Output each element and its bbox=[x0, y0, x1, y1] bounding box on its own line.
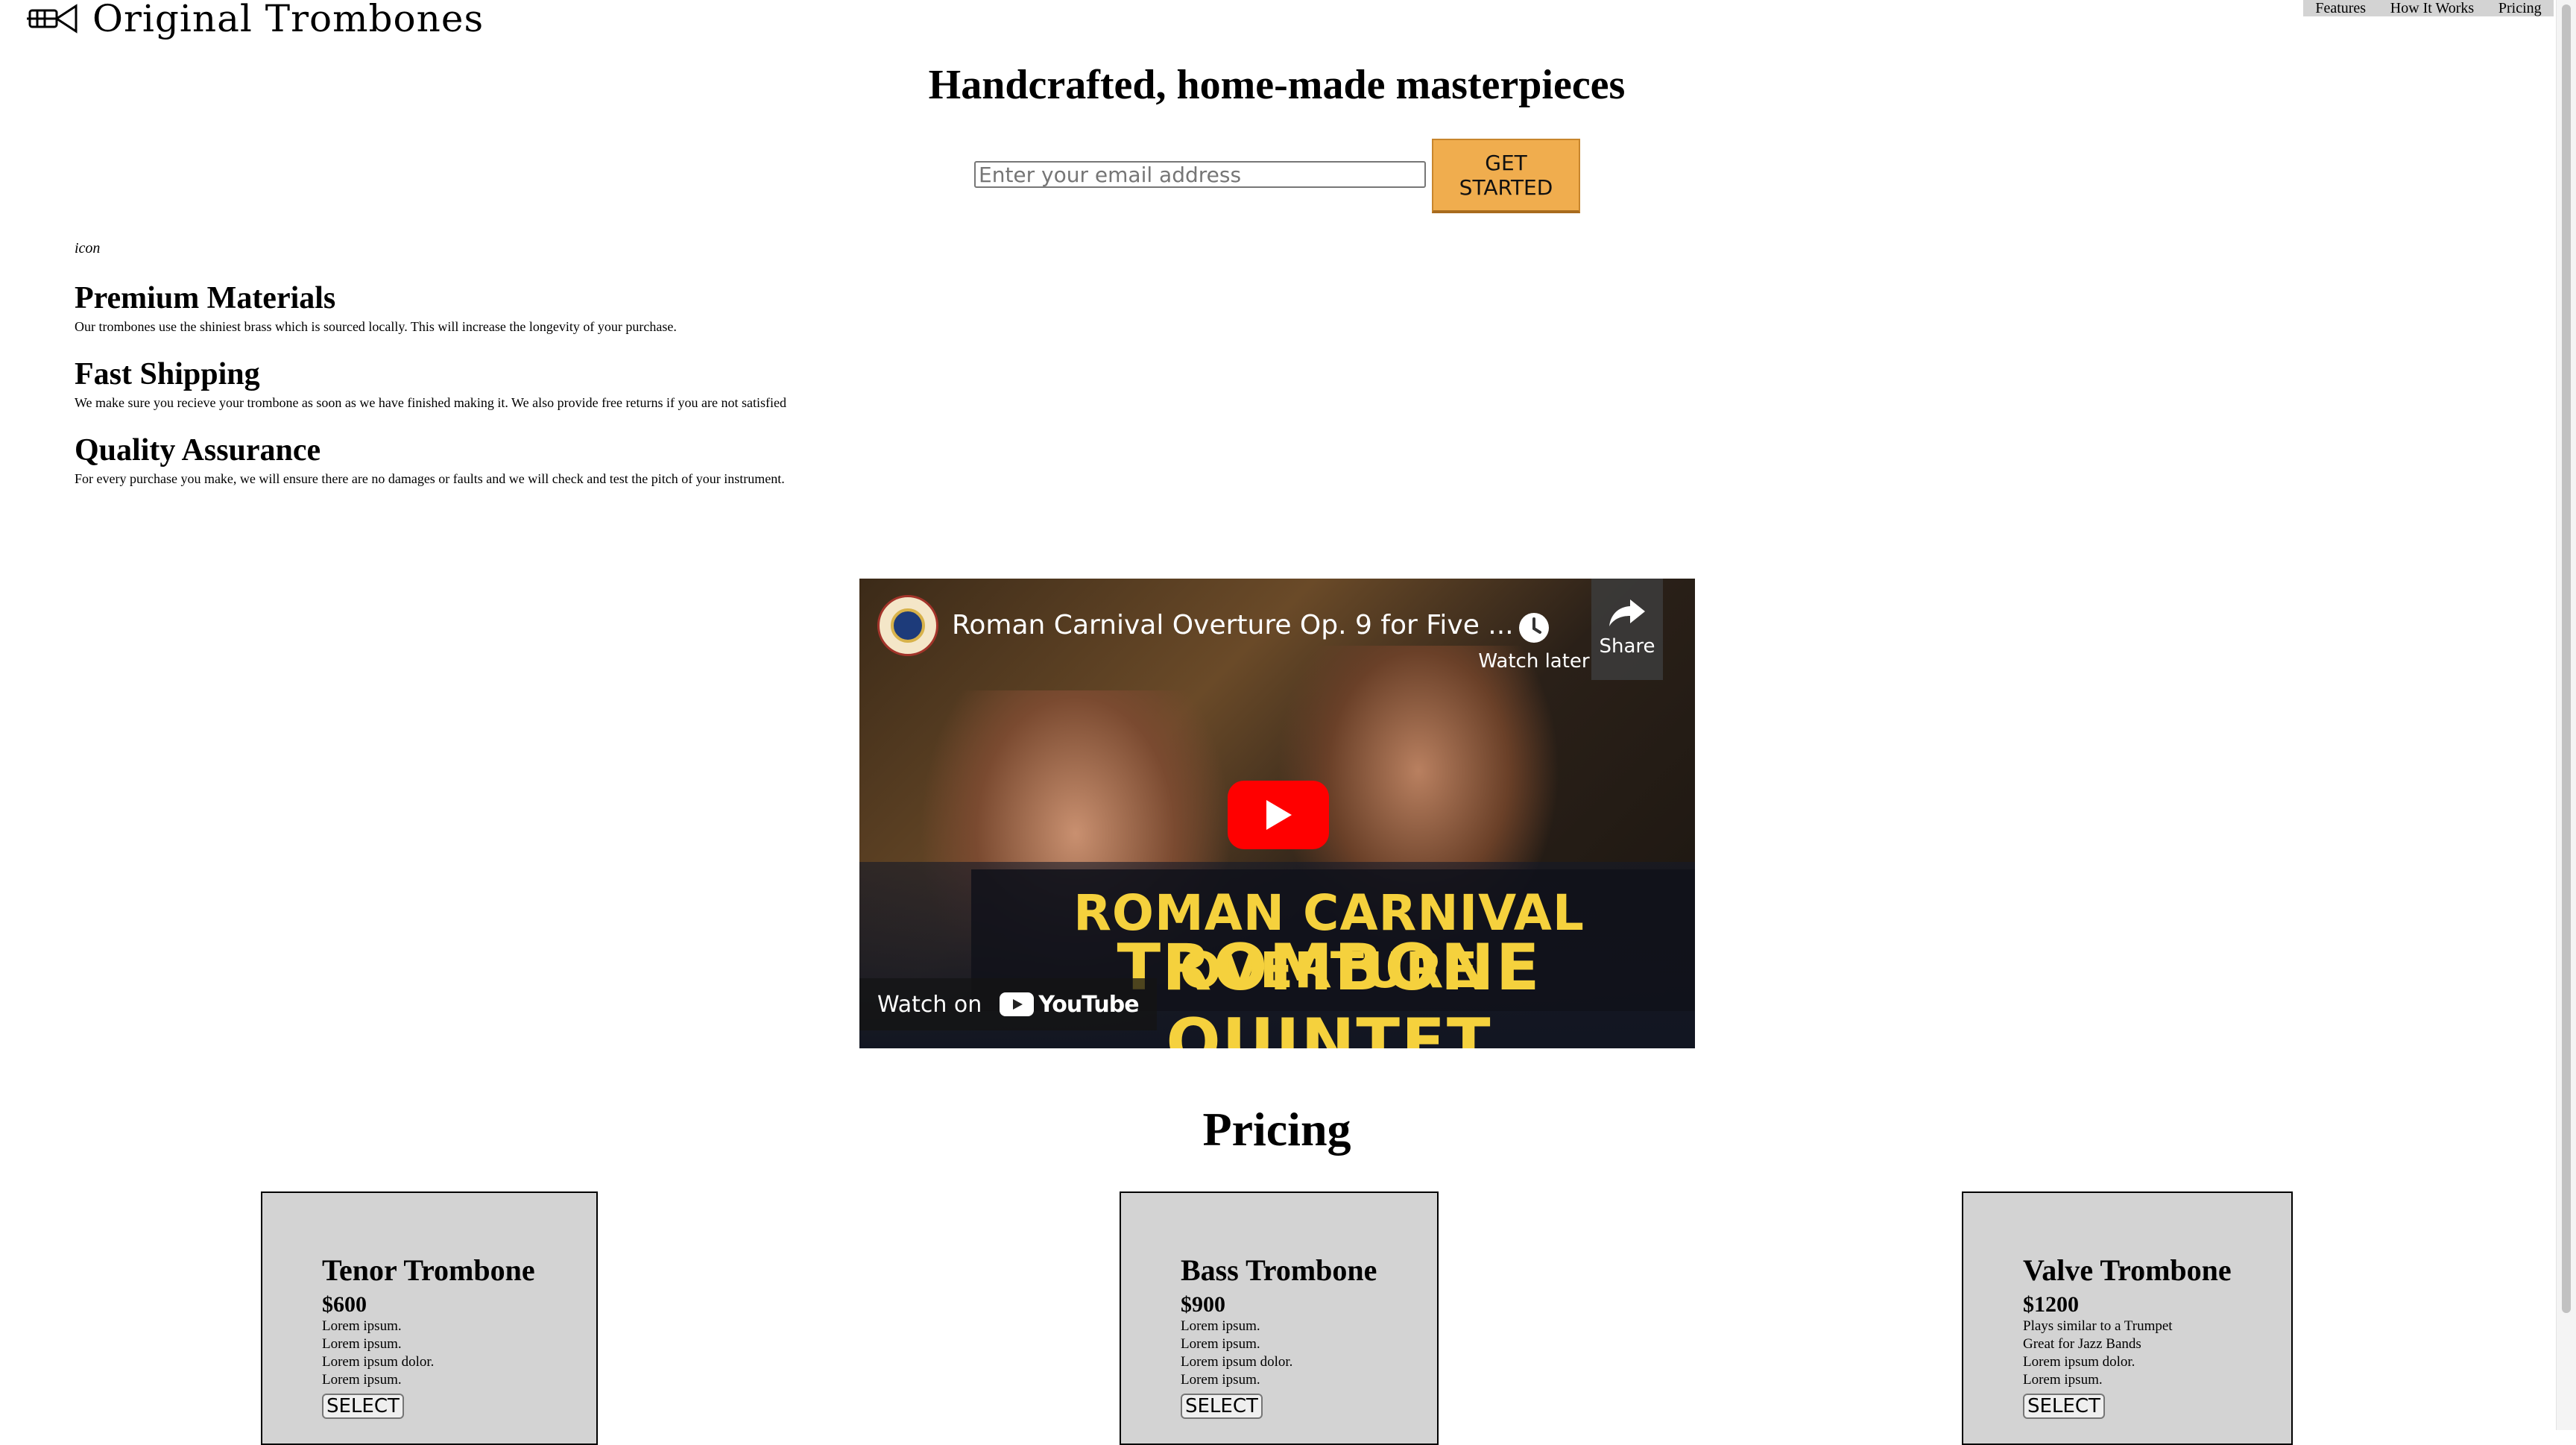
feature-title-premium-materials: Premium Materials bbox=[75, 281, 336, 315]
channel-emblem-icon bbox=[891, 608, 925, 643]
select-button-valve[interactable]: SELECT bbox=[2023, 1394, 2105, 1419]
clock-icon bbox=[1519, 613, 1549, 643]
plan-feature: Plays similar to a Trumpet bbox=[2023, 1318, 2173, 1334]
watch-on-label: Watch on bbox=[877, 991, 982, 1018]
get-started-button[interactable]: GET STARTED bbox=[1432, 139, 1580, 213]
share-label: Share bbox=[1599, 635, 1655, 658]
plan-price: $600 bbox=[322, 1292, 367, 1317]
hero-title: Handcrafted, home-made masterpieces bbox=[928, 62, 1626, 108]
feature-title-fast-shipping: Fast Shipping bbox=[75, 357, 260, 391]
plan-feature: Lorem ipsum. bbox=[1181, 1372, 1260, 1388]
plan-price: $900 bbox=[1181, 1292, 1225, 1317]
brand[interactable]: Original Trombones bbox=[27, 0, 484, 40]
select-button-bass[interactable]: SELECT bbox=[1181, 1394, 1263, 1419]
plan-feature: Lorem ipsum. bbox=[322, 1372, 402, 1388]
watch-on-youtube-link[interactable]: Watch on YouTube bbox=[859, 978, 1157, 1030]
feature-desc-quality-assurance: For every purchase you make, we will ens… bbox=[75, 471, 785, 486]
share-button[interactable]: Share bbox=[1591, 579, 1663, 680]
feature-desc-fast-shipping: We make sure you recieve your trombone a… bbox=[75, 395, 786, 410]
nav-link-features[interactable]: Features bbox=[2315, 0, 2366, 17]
share-arrow-icon bbox=[1609, 599, 1645, 626]
youtube-play-icon bbox=[1000, 992, 1035, 1016]
plan-price: $1200 bbox=[2023, 1292, 2079, 1317]
plan-feature: Lorem ipsum. bbox=[322, 1336, 402, 1352]
plan-feature: Lorem ipsum. bbox=[322, 1318, 402, 1334]
plan-feature: Lorem ipsum. bbox=[2023, 1372, 2103, 1388]
youtube-logo: YouTube bbox=[1000, 991, 1140, 1018]
pricing-card-tenor: Tenor Trombone $600 Lorem ipsum. Lorem i… bbox=[261, 1191, 598, 1445]
trombone-logo-icon bbox=[27, 4, 78, 34]
plan-feature: Lorem ipsum. bbox=[1181, 1318, 1260, 1334]
video-embed[interactable]: Roman Carnival Overture Op. 9 for Five .… bbox=[859, 579, 1695, 1048]
pricing-card-valve: Valve Trombone $1200 Plays similar to a … bbox=[1962, 1191, 2293, 1445]
scrollbar-thumb[interactable] bbox=[2562, 4, 2571, 1313]
plan-name: Bass Trombone bbox=[1181, 1253, 1377, 1287]
plan-feature: Lorem ipsum dolor. bbox=[1181, 1354, 1293, 1370]
plan-feature: Lorem ipsum dolor. bbox=[322, 1354, 435, 1370]
feature-icon-placeholder: icon bbox=[75, 240, 101, 256]
play-button[interactable] bbox=[1228, 781, 1329, 849]
email-input[interactable] bbox=[974, 161, 1426, 188]
plan-name: Tenor Trombone bbox=[322, 1253, 535, 1287]
plan-feature: Lorem ipsum dolor. bbox=[2023, 1354, 2135, 1370]
channel-avatar[interactable] bbox=[877, 595, 938, 656]
brand-name: Original Trombones bbox=[92, 0, 484, 40]
scrollbar[interactable] bbox=[2556, 0, 2576, 1430]
video-title[interactable]: Roman Carnival Overture Op. 9 for Five .… bbox=[952, 610, 1514, 640]
select-button-tenor[interactable]: SELECT bbox=[322, 1394, 404, 1419]
pricing-card-bass: Bass Trombone $900 Lorem ipsum. Lorem ip… bbox=[1120, 1191, 1439, 1445]
plan-feature: Great for Jazz Bands bbox=[2023, 1336, 2141, 1352]
feature-title-quality-assurance: Quality Assurance bbox=[75, 433, 321, 468]
top-nav: Features How It Works Pricing bbox=[2303, 0, 2554, 16]
pricing-title: Pricing bbox=[1202, 1103, 1351, 1156]
play-icon bbox=[1266, 800, 1292, 830]
plan-name: Valve Trombone bbox=[2023, 1253, 2232, 1287]
watch-later-label: Watch later bbox=[1478, 650, 1590, 673]
plan-feature: Lorem ipsum. bbox=[1181, 1336, 1260, 1352]
youtube-wordmark: YouTube bbox=[1038, 991, 1139, 1018]
nav-link-pricing[interactable]: Pricing bbox=[2498, 0, 2542, 17]
feature-desc-premium-materials: Our trombones use the shiniest brass whi… bbox=[75, 319, 677, 334]
nav-link-how-it-works[interactable]: How It Works bbox=[2390, 0, 2474, 17]
